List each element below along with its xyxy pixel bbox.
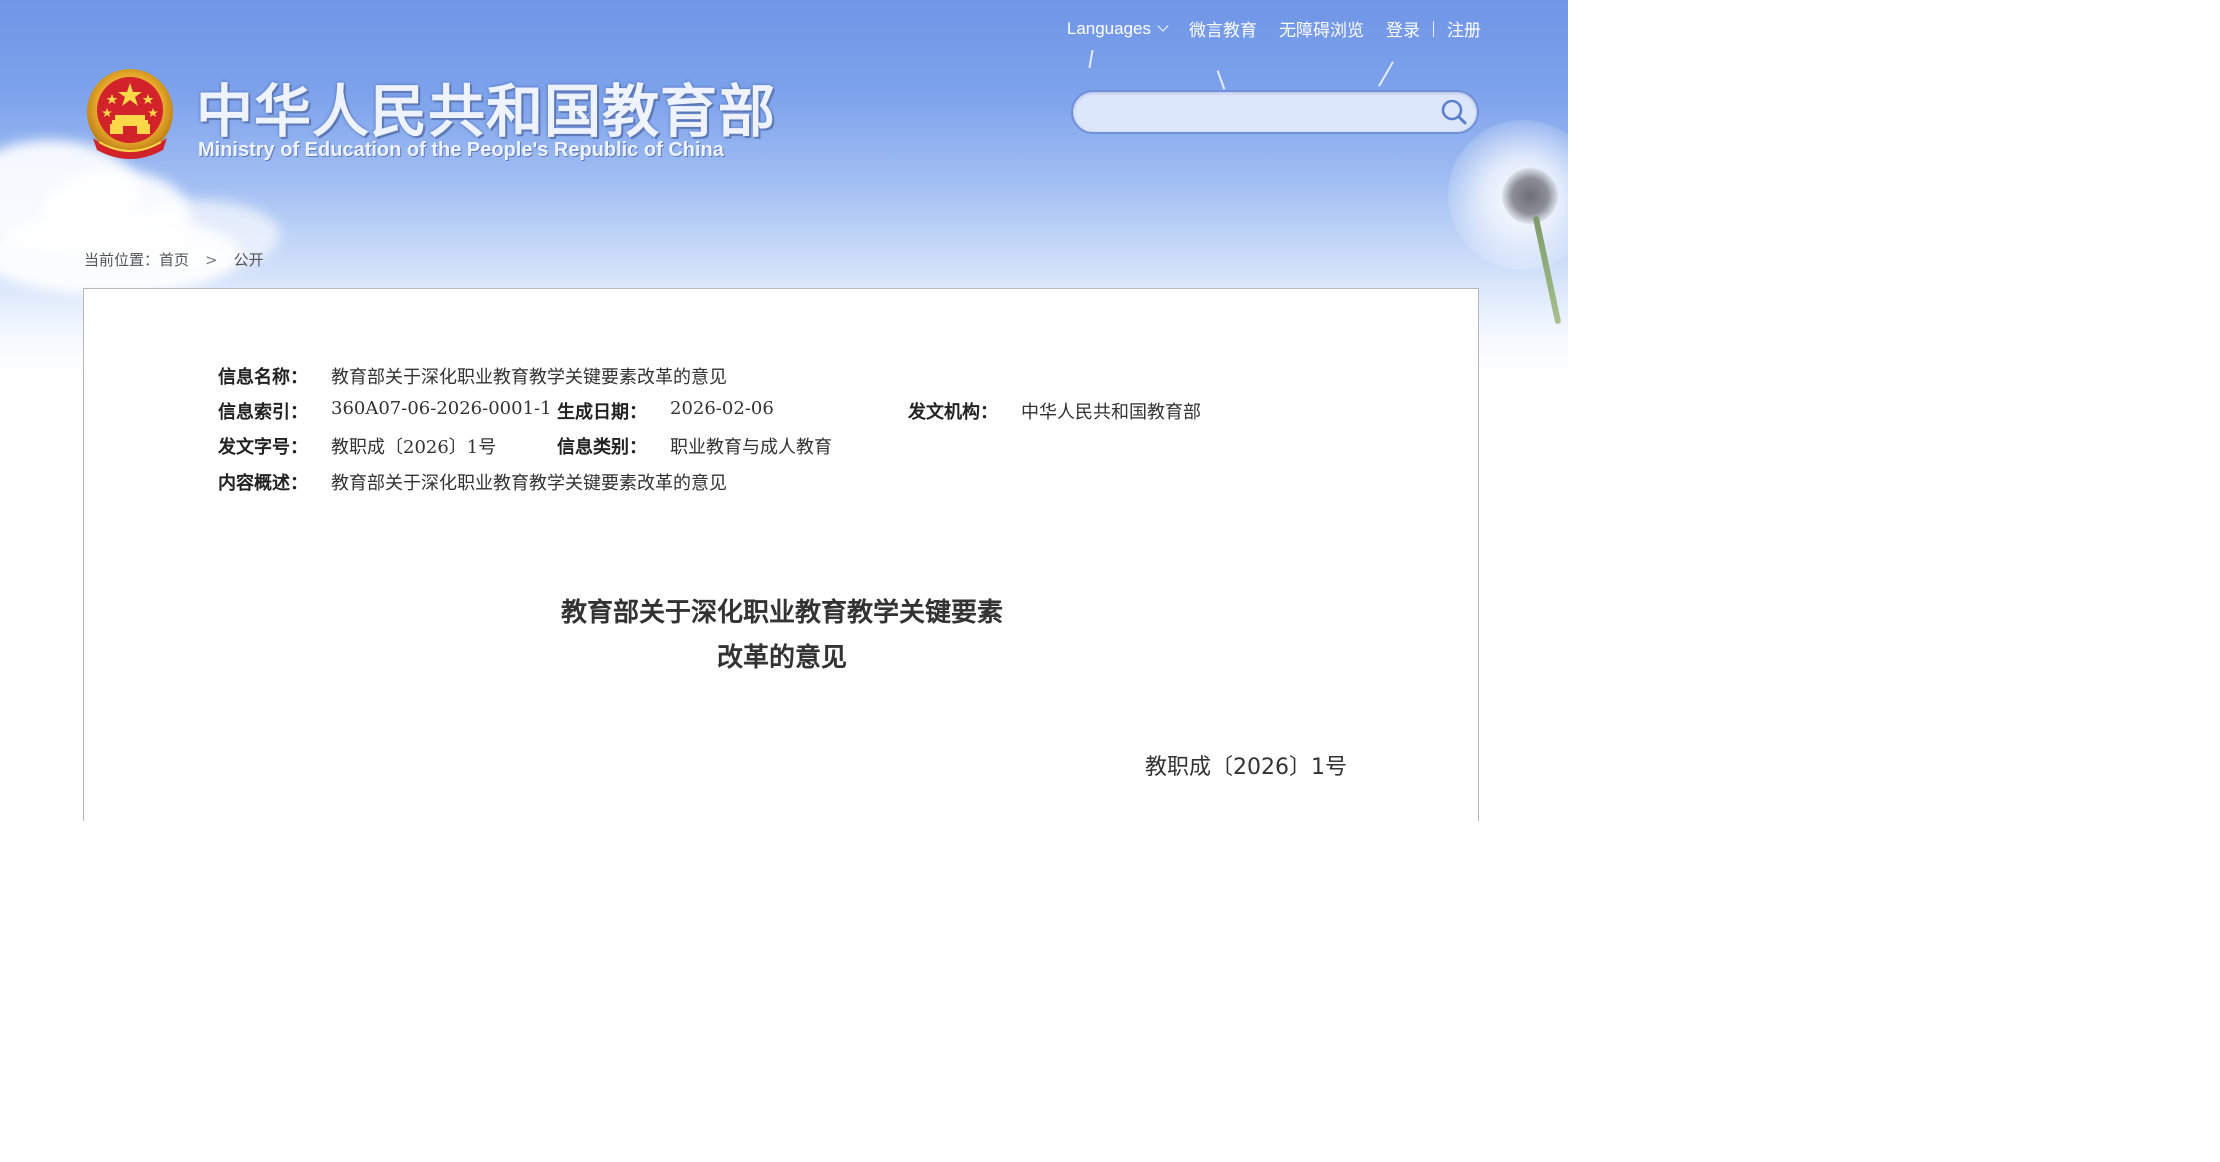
document-title-line1: 教育部关于深化职业教育教学关键要素 — [560, 598, 1003, 628]
languages-dropdown[interactable]: Languages — [1066, 18, 1169, 39]
accessibility-link[interactable]: 无障碍浏览 — [1279, 16, 1364, 41]
seed-decoration — [1378, 61, 1394, 87]
meta-issuer-label: 发文机构： — [908, 402, 998, 423]
breadcrumb-separator: > — [205, 250, 218, 269]
site-subtitle: Ministry of Education of the People's Re… — [198, 139, 724, 161]
meta-summary-label: 内容概述： — [218, 473, 308, 494]
meta-docno-label: 发文字号： — [218, 437, 308, 458]
search-input[interactable] — [1091, 98, 1435, 128]
meta-name-label: 信息名称： — [218, 367, 308, 388]
seed-decoration — [1216, 70, 1226, 90]
document-title: 教育部关于深化职业教育教学关键要素 改革的意见 — [84, 591, 1480, 681]
meta-name-value: 教育部关于深化职业教育教学关键要素改革的意见 — [331, 367, 727, 388]
login-link[interactable]: 登录 — [1386, 16, 1420, 41]
document-title-line2: 改革的意见 — [716, 643, 847, 673]
meta-index-label: 信息索引： — [218, 402, 308, 423]
breadcrumb: 当前位置： 首页 > 公开 — [84, 249, 264, 270]
national-emblem-icon[interactable] — [85, 68, 175, 164]
dandelion-core-decoration — [1502, 168, 1558, 224]
site-title[interactable]: 中华人民共和国教育部 — [196, 66, 776, 148]
meta-summary-value: 教育部关于深化职业教育教学关键要素改革的意见 — [331, 473, 727, 494]
register-link[interactable]: 注册 — [1447, 16, 1481, 41]
meta-date-label: 生成日期： — [557, 402, 647, 423]
page: Languages 微言教育 无障碍浏览 登录 注册 中华人民共和国教育部 Mi… — [0, 0, 1568, 821]
search-icon[interactable] — [1439, 97, 1469, 127]
document-number: 教职成〔2026〕1号 — [1145, 755, 1347, 780]
seed-decoration — [1088, 49, 1094, 69]
breadcrumb-home-link[interactable]: 首页 — [159, 249, 189, 270]
meta-category-label: 信息类别： — [557, 437, 647, 458]
weiyan-link[interactable]: 微言教育 — [1189, 16, 1257, 41]
breadcrumb-current-link[interactable]: 公开 — [234, 249, 264, 270]
search-box — [1071, 90, 1479, 134]
meta-index-value: 360A07-06-2026-0001-1 — [331, 398, 552, 419]
chevron-down-icon — [1157, 20, 1169, 32]
meta-issuer-value: 中华人民共和国教育部 — [1021, 402, 1201, 423]
meta-category-value: 职业教育与成人教育 — [670, 437, 832, 458]
nav-divider — [1433, 20, 1434, 37]
meta-docno-value: 教职成〔2026〕1号 — [331, 437, 497, 458]
main-content-panel: 信息名称： 教育部关于深化职业教育教学关键要素改革的意见 信息索引： 360A0… — [83, 288, 1479, 821]
languages-label: Languages — [1066, 18, 1151, 38]
meta-date-value: 2026-02-06 — [670, 398, 774, 419]
breadcrumb-prefix: 当前位置： — [84, 251, 160, 269]
top-nav: Languages 微言教育 无障碍浏览 登录 注册 — [1067, 16, 1481, 41]
